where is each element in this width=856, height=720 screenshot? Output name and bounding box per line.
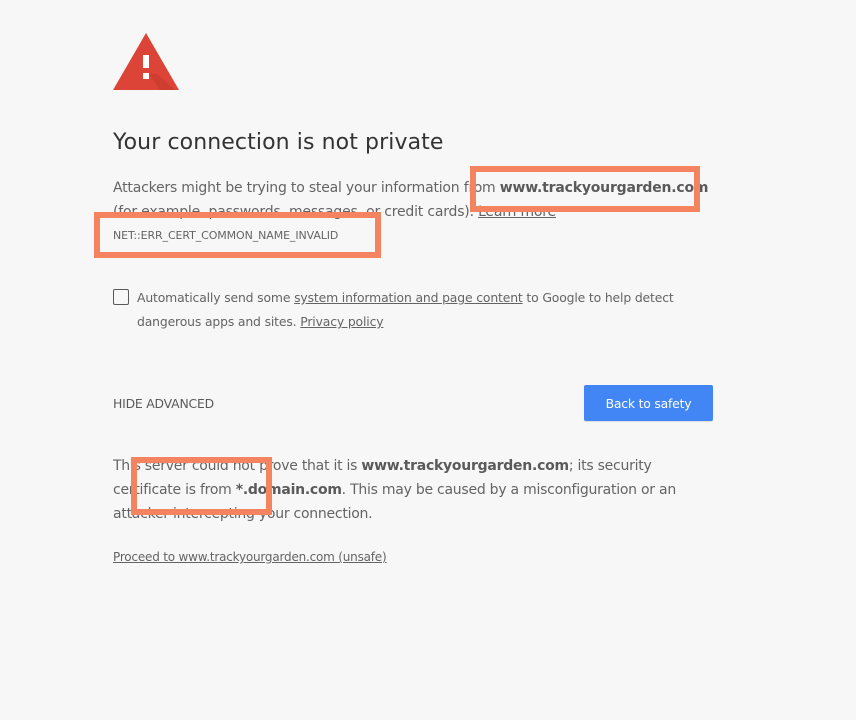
report-text: Automatically send some [137, 290, 295, 305]
send-report-checkbox[interactable] [113, 289, 129, 305]
details-text: This server could not prove that it is [113, 458, 362, 474]
site-domain: www.trackyourgarden.com [499, 180, 709, 196]
certificate-domain: *.domain.com [235, 482, 342, 498]
warning-triangle-icon [113, 33, 179, 90]
page-title: Your connection is not private [113, 130, 444, 155]
intro-text: Attackers might be trying to steal your … [113, 180, 500, 196]
proceed-unsafe-link[interactable]: Proceed to www.trackyourgarden.com (unsa… [113, 550, 387, 564]
details-site-domain: www.trackyourgarden.com [361, 458, 569, 474]
intro-paragraph: Attackers might be trying to steal your … [113, 176, 713, 224]
error-code: NET::ERR_CERT_COMMON_NAME_INVALID [113, 229, 339, 242]
privacy-policy-link[interactable]: Privacy policy [300, 314, 383, 329]
intro-text-after: (for example, passwords, messages, or cr… [113, 204, 479, 220]
learn-more-link[interactable]: Learn more [478, 204, 556, 220]
details-paragraph: This server could not prove that it is w… [113, 454, 713, 526]
back-to-safety-button[interactable]: Back to safety [584, 385, 713, 421]
system-info-link[interactable]: system information and page content [294, 290, 523, 305]
hide-advanced-button[interactable]: HIDE ADVANCED [113, 396, 214, 411]
send-report-label: Automatically send some system informati… [137, 286, 677, 334]
